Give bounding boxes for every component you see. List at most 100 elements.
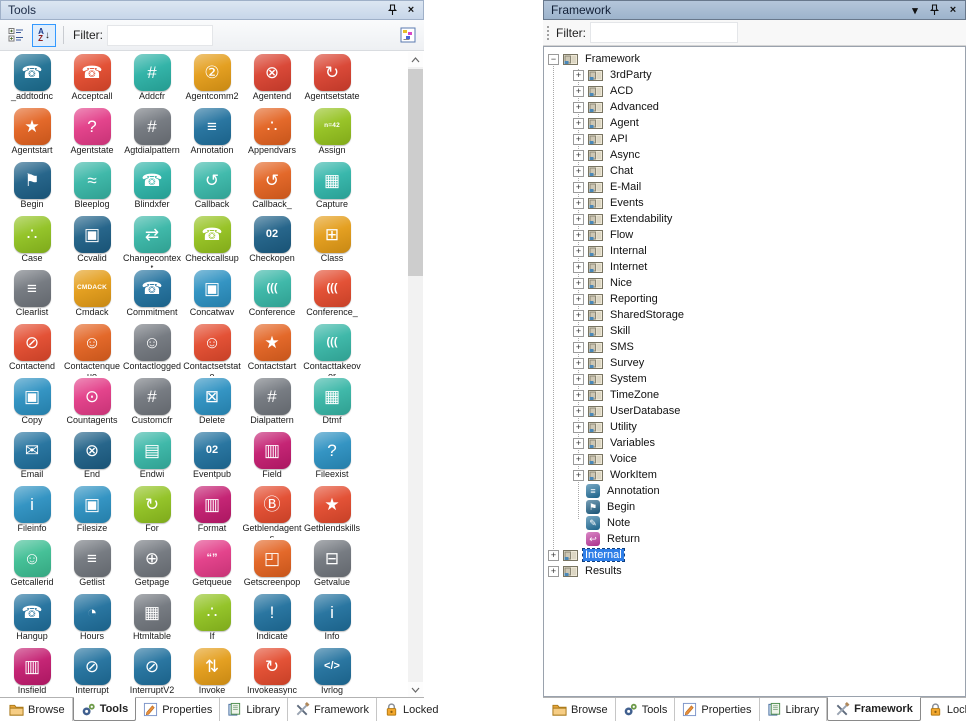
tab-browse[interactable]: Browse <box>2 698 73 721</box>
tab-locked[interactable]: Locked <box>921 698 966 721</box>
tree-expander-icon[interactable]: + <box>548 566 559 577</box>
tree-row[interactable]: ≡Annotation <box>544 483 965 499</box>
tool-item[interactable]: ⒷGetblendagents <box>242 484 302 538</box>
scroll-up-icon[interactable] <box>408 52 423 67</box>
tool-item[interactable]: ≈Bleeplog <box>62 160 122 214</box>
tool-item[interactable]: ⇅Invoke <box>182 646 242 697</box>
tool-item[interactable]: #Agtdialpattern <box>122 106 182 160</box>
tree-expander-icon[interactable]: + <box>573 102 584 113</box>
tool-item[interactable]: ⊘Contactend <box>2 322 62 376</box>
tree-row[interactable]: +Advanced <box>544 99 965 115</box>
tree-row[interactable]: +TimeZone <box>544 387 965 403</box>
tool-item[interactable]: ⊘Interrupt <box>62 646 122 697</box>
tool-item[interactable]: ⊕Getpage <box>122 538 182 592</box>
tab-properties[interactable]: Properties <box>136 698 220 721</box>
tool-item[interactable]: #Dialpattern <box>242 376 302 430</box>
tree-row[interactable]: ✎Note <box>544 515 965 531</box>
tree-row[interactable]: +Chat <box>544 163 965 179</box>
tool-item[interactable]: (((Conference_ <box>302 268 362 322</box>
tool-item[interactable]: ≡Clearlist <box>2 268 62 322</box>
tool-item[interactable]: ↺Callback_ <box>242 160 302 214</box>
tool-item[interactable]: ☺Getcallerid <box>2 538 62 592</box>
tree-expander-icon[interactable]: + <box>573 438 584 449</box>
tool-item[interactable]: ★Getblendskills <box>302 484 362 538</box>
tool-item[interactable]: ▣Concatwav <box>182 268 242 322</box>
tree-expander-icon[interactable]: + <box>573 198 584 209</box>
tree-row[interactable]: +UserDatabase <box>544 403 965 419</box>
tree-expander-icon[interactable]: + <box>573 454 584 465</box>
tool-item[interactable]: ◔Hours <box>62 592 122 646</box>
tool-item[interactable]: ▦Htmltable <box>122 592 182 646</box>
tree-expander-icon[interactable]: + <box>573 390 584 401</box>
tool-item[interactable]: ⊘InterruptV2 <box>122 646 182 697</box>
tab-framework[interactable]: Framework <box>827 697 921 721</box>
tool-item[interactable]: 02Eventpub <box>182 430 242 484</box>
tool-item[interactable]: ☺Contactenqueue <box>62 322 122 376</box>
categorized-view-button[interactable] <box>4 24 28 47</box>
tool-item[interactable]: ⊗End <box>62 430 122 484</box>
tree-row[interactable]: +SMS <box>544 339 965 355</box>
tool-item[interactable]: ⊙Countagents <box>62 376 122 430</box>
tree-row[interactable]: +Variables <box>544 435 965 451</box>
tree-expander-icon[interactable]: + <box>573 86 584 97</box>
tree-row[interactable]: +System <box>544 371 965 387</box>
tree-expander-icon[interactable]: + <box>573 374 584 385</box>
tree-expander-icon[interactable]: + <box>548 550 559 561</box>
tool-item[interactable]: ☺Contactlogged <box>122 322 182 376</box>
pin-icon[interactable] <box>926 3 942 18</box>
tree-row[interactable]: +WorkItem <box>544 467 965 483</box>
tree-row[interactable]: +Flow <box>544 227 965 243</box>
tool-item[interactable]: ↻For <box>122 484 182 538</box>
tool-item[interactable]: ⇄Changecontext <box>122 214 182 268</box>
tool-item[interactable]: “”Getqueue <box>182 538 242 592</box>
tool-item[interactable]: ▦Dtmf <box>302 376 362 430</box>
tree-expander-icon[interactable]: + <box>573 294 584 305</box>
tool-item[interactable]: </>Ivrlog <box>302 646 362 697</box>
tab-tools[interactable]: Tools <box>616 698 676 721</box>
tree-row[interactable]: +Skill <box>544 323 965 339</box>
tree-expander-icon[interactable]: + <box>573 326 584 337</box>
filter-input[interactable] <box>107 25 213 46</box>
tree-expander-icon[interactable]: + <box>573 406 584 417</box>
tool-item[interactable]: ☎Acceptcall <box>62 52 122 106</box>
tool-item[interactable]: n=42Assign <box>302 106 362 160</box>
tree-expander-icon[interactable]: + <box>573 214 584 225</box>
tree-expander-icon[interactable]: + <box>573 134 584 145</box>
tool-item[interactable]: ▥Format <box>182 484 242 538</box>
tool-item[interactable]: ✉Email <box>2 430 62 484</box>
tool-item[interactable]: ▦Capture <box>302 160 362 214</box>
tree-row[interactable]: +E-Mail <box>544 179 965 195</box>
tree-expander-icon[interactable]: + <box>573 70 584 81</box>
tool-item[interactable]: iInfo <box>302 592 362 646</box>
tree-expander-icon[interactable]: + <box>573 310 584 321</box>
tool-item[interactable]: ⊗Agentend <box>242 52 302 106</box>
tool-item[interactable]: ∴If <box>182 592 242 646</box>
tool-item[interactable]: #Addcfr <box>122 52 182 106</box>
tools-scrollbar[interactable] <box>408 52 423 697</box>
close-icon[interactable]: × <box>403 3 419 18</box>
toolbar-grip[interactable] <box>545 24 550 42</box>
close-icon[interactable]: × <box>945 3 961 18</box>
tool-item[interactable]: ↻Agentsetstate <box>302 52 362 106</box>
tree-row[interactable]: +API <box>544 131 965 147</box>
tree-row[interactable]: +Nice <box>544 275 965 291</box>
tree-expander-icon[interactable]: + <box>573 422 584 433</box>
tree-row[interactable]: +3rdParty <box>544 67 965 83</box>
tree-row[interactable]: ⚑Begin <box>544 499 965 515</box>
tree-row[interactable]: +Internal <box>544 547 965 563</box>
tool-item[interactable]: ⊞Class <box>302 214 362 268</box>
customize-icon[interactable] <box>396 24 420 47</box>
tree-row[interactable]: ↩Return <box>544 531 965 547</box>
tree-expander-icon[interactable]: + <box>573 166 584 177</box>
tab-tools[interactable]: Tools <box>73 697 137 721</box>
tab-library[interactable]: Library <box>760 698 828 721</box>
sort-alphabetical-button[interactable]: AZ ↓ <box>32 24 56 47</box>
tree-expander-icon[interactable]: + <box>573 230 584 241</box>
tree-row[interactable]: +Async <box>544 147 965 163</box>
tree-row[interactable]: +Events <box>544 195 965 211</box>
tool-item[interactable]: ▣Ccvalid <box>62 214 122 268</box>
filter-input[interactable] <box>590 22 738 43</box>
tool-item[interactable]: ⊟Getvalue <box>302 538 362 592</box>
tree-row[interactable]: +Voice <box>544 451 965 467</box>
tool-item[interactable]: ?Fileexist <box>302 430 362 484</box>
